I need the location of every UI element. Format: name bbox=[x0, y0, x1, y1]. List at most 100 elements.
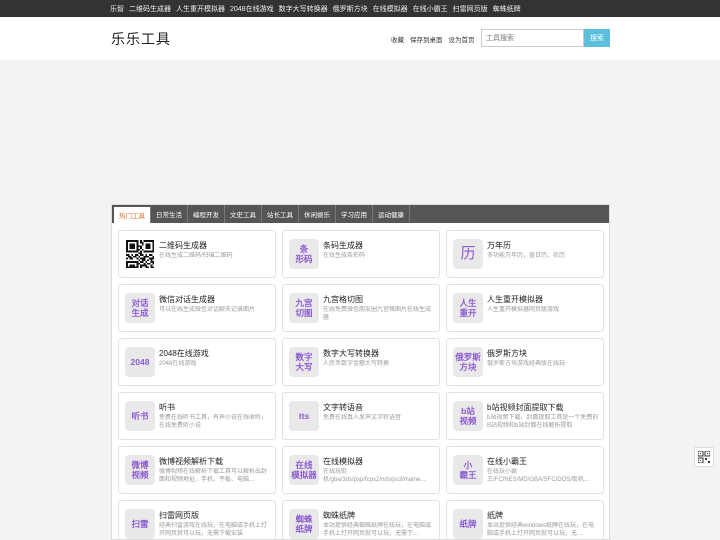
tool-title[interactable]: 文字转语音 bbox=[323, 402, 363, 413]
tool-description: 经典扫雷游戏在线玩，在电脑或手机上打开网页就可以玩，无需下载安装 bbox=[159, 523, 268, 537]
tool-card[interactable]: 九宫 切图 九宫格切图在线免费微信朋友圈九宫格图片在线生成器 bbox=[282, 284, 440, 332]
topbar-link[interactable]: 在线模拟器 bbox=[373, 4, 408, 14]
tool-card[interactable]: tts 文字转语音 免费在线真人发声文字转语音 bbox=[282, 392, 440, 440]
category-tab[interactable]: 学习应用 bbox=[336, 205, 373, 223]
category-tab[interactable]: 编程开发 bbox=[188, 205, 225, 223]
tool-card[interactable]: 小 霸王 在线小霸王 在线玩小霸王/FC/NES/MD/GBA/SFC/DOS/街机… bbox=[446, 446, 604, 494]
tool-icon: 在线 模拟器 bbox=[289, 455, 319, 485]
tool-icon: 听书 bbox=[125, 401, 155, 431]
search-input[interactable] bbox=[481, 29, 584, 47]
tool-title[interactable]: 在线模拟器 bbox=[323, 456, 363, 467]
tool-card[interactable]: 在线 模拟器 在线模拟器在线玩街机/gba/3ds/psp/fcps2/nds/p… bbox=[282, 446, 440, 494]
tool-card[interactable]: b站 视频 b站视频封面提取下载 b站视频下载、封面提取工具是一个免费的B站视频和b… bbox=[446, 392, 604, 440]
tool-title[interactable]: 纸牌 bbox=[487, 510, 503, 521]
category-tab[interactable]: 休闲娱乐 bbox=[299, 205, 336, 223]
topbar-link[interactable]: 数字大写转换器 bbox=[279, 4, 328, 14]
tool-title[interactable]: 听书 bbox=[159, 402, 175, 413]
tool-icon: 扫雷 bbox=[125, 509, 155, 539]
tool-icon: 小 霸王 bbox=[453, 455, 483, 485]
tool-card[interactable]: 俄罗斯 方块 俄罗斯方块俄罗斯方块游戏经典版在线玩 bbox=[446, 338, 604, 386]
topbar-link[interactable]: 俄罗斯方块 bbox=[333, 4, 368, 14]
tool-icon: 九宫 切图 bbox=[289, 293, 319, 323]
top-nav-bar: 乐智 二维码生成器 人生重开模拟器 2048在线游戏 数字大写转换器 俄罗斯方块 在线模拟器… bbox=[0, 0, 720, 17]
tool-card[interactable]: 扫雷 扫雷网页版经典扫雷游戏在线玩，在电脑或手机上打开网页就可以玩，无需下载安装 bbox=[118, 500, 276, 539]
category-tab[interactable]: 热门工具 bbox=[114, 205, 151, 223]
tool-card[interactable]: 对话 生成 微信对话生成器可以在线生成微信对话聊天记录图片 bbox=[118, 284, 276, 332]
tool-card[interactable]: 条 形码 条码生成器在线生成条形码 bbox=[282, 230, 440, 278]
tool-icon: 人生 重开 bbox=[453, 293, 483, 323]
tool-card[interactable]: 听书 听书 免费在线听书工具，有声小说在线收听，在线免费听小说 bbox=[118, 392, 276, 440]
tool-description: 在线免费微信朋友圈九宫格图片在线生成器 bbox=[323, 307, 432, 321]
tool-description: 微博视频在线解析下载工具可以解析出封面和视频地址，手机、平板、电脑... bbox=[159, 469, 268, 483]
tool-icon: 条 形码 bbox=[289, 239, 319, 269]
tool-title[interactable]: 扫雷网页版 bbox=[159, 510, 199, 521]
tool-description: 在线生成条形码 bbox=[323, 253, 366, 259]
tool-card[interactable]: 历万年历多功能万年历，査日历、农历 bbox=[446, 230, 604, 278]
save-to-desktop-link[interactable]: 保存到桌面 bbox=[410, 34, 443, 44]
tool-description: 本站提供经典windows纸牌在线玩，在电脑或手机上打开网页就可以玩，无... bbox=[487, 523, 595, 537]
topbar-link[interactable]: 蜘蛛纸牌 bbox=[493, 4, 521, 14]
search-button[interactable]: 搜索 bbox=[584, 29, 610, 47]
tool-title[interactable]: 条码生成器 bbox=[323, 240, 363, 251]
tool-description: 人生重开模拟器网页版游戏 bbox=[487, 307, 560, 313]
tools-panel: 热门工具 日常生活 编程开发 文史工具 站长工具 休闲娱乐 学习应用 运动健康 二维码生成器在… bbox=[111, 204, 610, 540]
site-logo[interactable]: 乐乐工具 bbox=[111, 29, 171, 49]
topbar-link[interactable]: 扫雷网页版 bbox=[453, 4, 488, 14]
category-tabs: 热门工具 日常生活 编程开发 文史工具 站长工具 休闲娱乐 学习应用 运动健康 bbox=[112, 205, 609, 223]
tool-icon: 历 bbox=[453, 239, 483, 269]
tool-card[interactable]: 蜘蛛 纸牌 蜘蛛纸牌本站提供经典蜘蛛纸牌在线玩，在电脑或手机上打开网页就可以玩，无… bbox=[282, 500, 440, 539]
topbar-link[interactable]: 人生重开模拟器 bbox=[176, 4, 225, 14]
tool-icon: 纸牌 bbox=[453, 509, 483, 539]
tool-title[interactable]: 九宫格切图 bbox=[323, 294, 363, 305]
tool-title[interactable]: b站视频封面提取下载 bbox=[487, 402, 563, 413]
tool-title[interactable]: 万年历 bbox=[487, 240, 511, 251]
tool-description: 在线玩街机/gba/3ds/psp/fcps2/nds/ps3/mame... bbox=[323, 469, 426, 483]
set-homepage-link[interactable]: 设为首页 bbox=[449, 34, 475, 44]
tool-title[interactable]: 微信对话生成器 bbox=[159, 294, 215, 305]
tool-description: 本站提供经典蜘蛛纸牌在线玩，在电脑或手机上打开网页就可以玩，无需下... bbox=[323, 523, 432, 537]
tool-icon: b站 视频 bbox=[453, 401, 483, 431]
tool-title[interactable]: 微博视频解析下载 bbox=[159, 456, 223, 467]
qr-code-icon[interactable] bbox=[694, 447, 714, 467]
tool-icon: 俄罗斯 方块 bbox=[453, 347, 483, 377]
tool-description: 俄罗斯方块游戏经典版在线玩 bbox=[487, 361, 566, 367]
topbar-link[interactable]: 乐智 bbox=[110, 4, 124, 14]
tool-description: 免费在线听书工具，有声小说在线收听，在线免费听小说 bbox=[159, 415, 268, 429]
topbar-link[interactable]: 二维码生成器 bbox=[129, 4, 171, 14]
tool-title[interactable]: 蜘蛛纸牌 bbox=[323, 510, 355, 521]
qr-code-icon bbox=[125, 239, 155, 269]
category-tab[interactable]: 站长工具 bbox=[262, 205, 299, 223]
category-tab[interactable]: 日常生活 bbox=[151, 205, 188, 223]
tool-title[interactable]: 俄罗斯方块 bbox=[487, 348, 527, 359]
tool-title[interactable]: 数字大写转换器 bbox=[323, 348, 379, 359]
category-tab[interactable]: 运动健康 bbox=[373, 205, 410, 223]
tool-title[interactable]: 2048在线游戏 bbox=[159, 348, 209, 359]
bookmark-link[interactable]: 收藏 bbox=[391, 34, 404, 44]
tool-icon: tts bbox=[289, 401, 319, 431]
header-links: 收藏 保存到桌面 设为首页 bbox=[391, 34, 475, 44]
tool-icon: 蜘蛛 纸牌 bbox=[289, 509, 319, 539]
topbar-link[interactable]: 2048在线游戏 bbox=[230, 4, 274, 14]
tool-card[interactable]: 纸牌 纸牌 本站提供经典windows纸牌在线玩，在电脑或手机上打开网页就可以玩，无… bbox=[446, 500, 604, 539]
tool-card[interactable]: 二维码生成器 在线生成二维码/扫描二维码 bbox=[118, 230, 276, 278]
topbar-link[interactable]: 在线小霸王 bbox=[413, 4, 448, 14]
tool-title[interactable]: 在线小霸王 bbox=[487, 456, 527, 467]
tool-title[interactable]: 人生重开模拟器 bbox=[487, 294, 543, 305]
tool-description: 多功能万年历，査日历、农历 bbox=[487, 253, 566, 259]
tool-description: 可以在线生成微信对话聊天记录图片 bbox=[159, 307, 256, 313]
tool-description: 2048在线游戏 bbox=[159, 361, 197, 367]
ad-space bbox=[111, 62, 610, 200]
tool-icon: 数字 大写 bbox=[289, 347, 319, 377]
tool-card[interactable]: 2048 2048在线游戏 2048在线游戏 bbox=[118, 338, 276, 386]
tool-description: b站视频下载、封面提取工具是一个免费的B站视频和b站封面在线解析提取 bbox=[487, 415, 599, 429]
site-header: 乐乐工具 收藏 保存到桌面 设为首页 搜索 bbox=[0, 17, 720, 60]
tool-card[interactable]: 数字 大写 数字大写转换器人民币数字金额大写转换 bbox=[282, 338, 440, 386]
category-tab[interactable]: 文史工具 bbox=[225, 205, 262, 223]
tool-icon: 2048 bbox=[125, 347, 155, 377]
tool-description: 人民币数字金额大写转换 bbox=[323, 361, 390, 367]
tool-title[interactable]: 二维码生成器 bbox=[159, 240, 207, 251]
tool-card[interactable]: 人生 重开 人生重开模拟器人生重开模拟器网页版游戏 bbox=[446, 284, 604, 332]
tool-grid: 二维码生成器 在线生成二维码/扫描二维码条 形码 条码生成器 在线生成条形码历万年历多… bbox=[118, 230, 604, 539]
tool-icon: 对话 生成 bbox=[125, 293, 155, 323]
tool-card[interactable]: 微博 视频 微博视频解析下载 微博视频在线解析下载工具可以解析出封面和视频地址，手机… bbox=[118, 446, 276, 494]
